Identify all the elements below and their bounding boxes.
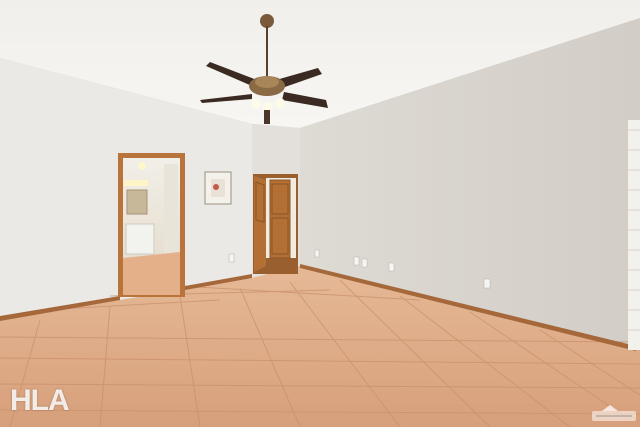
fan-light: [275, 98, 285, 108]
window-blinds: [628, 120, 640, 350]
wall-picture: [204, 171, 232, 205]
room-photo: [0, 0, 640, 427]
watermark-corner-logo: [592, 405, 636, 421]
watermark-logo: HLA: [10, 384, 70, 417]
fan-light: [251, 99, 261, 109]
back-doorway: [253, 174, 298, 274]
left-doorway: [118, 153, 185, 297]
